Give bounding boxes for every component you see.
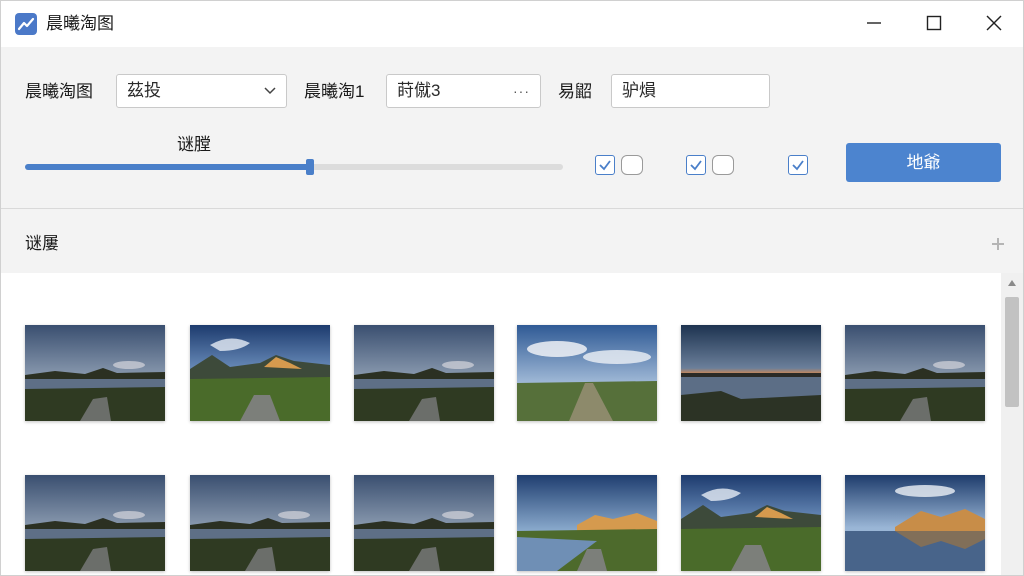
chart-line-icon <box>15 13 37 35</box>
checkbox-3[interactable] <box>788 155 808 175</box>
scrollbar[interactable] <box>1001 273 1023 575</box>
checkbox-2[interactable] <box>686 155 706 175</box>
check-icon <box>690 160 702 171</box>
field2-more-icon[interactable]: ··· <box>513 75 530 107</box>
image-thumbnail[interactable] <box>25 325 165 421</box>
field3-label: 易鼦 <box>558 82 592 101</box>
field1-label: 晨曦淘图 <box>25 82 93 101</box>
check-icon <box>599 160 611 171</box>
app-window: 晨曦淘图 晨曦淘图 茲投 晨曦淘1 莳僦3 ··· 易鼦 驴熉 谜膛 地爺 谜屢 <box>0 0 1024 576</box>
field3-input[interactable]: 驴熉 <box>611 74 770 108</box>
image-thumbnail[interactable] <box>517 325 657 421</box>
field2-value: 莳僦3 <box>397 81 441 100</box>
scroll-thumb[interactable] <box>1005 297 1019 407</box>
title-bar: 晨曦淘图 <box>1 1 1023 47</box>
field2-input[interactable]: 莳僦3 ··· <box>386 74 541 108</box>
image-thumbnail[interactable] <box>517 475 657 571</box>
close-icon <box>986 15 1002 31</box>
minimize-button[interactable] <box>844 1 904 47</box>
checkbox-1[interactable] <box>595 155 615 175</box>
toggle-1[interactable] <box>621 155 643 175</box>
filter-toolbar: 晨曦淘图 茲投 晨曦淘1 莳僦3 ··· 易鼦 驴熉 谜膛 地爺 <box>1 47 1023 209</box>
slider-thumb[interactable] <box>306 159 314 175</box>
plus-icon[interactable] <box>991 237 1005 251</box>
image-thumbnail[interactable] <box>25 475 165 571</box>
scroll-up-icon[interactable] <box>1007 279 1017 287</box>
check-icon <box>792 160 804 171</box>
field1-select[interactable]: 茲投 <box>116 74 287 108</box>
gallery-title: 谜屢 <box>25 234 59 253</box>
field2-label: 晨曦淘1 <box>304 82 365 101</box>
image-thumbnail[interactable] <box>845 475 985 571</box>
close-button[interactable] <box>964 1 1023 47</box>
chevron-down-icon <box>264 87 276 95</box>
field3-value: 驴熉 <box>622 81 656 100</box>
window-title: 晨曦淘图 <box>46 14 114 33</box>
image-thumbnail[interactable] <box>681 325 821 421</box>
slider-fill <box>25 164 310 170</box>
image-gallery <box>1 273 1001 575</box>
maximize-icon <box>926 15 942 31</box>
image-thumbnail[interactable] <box>681 475 821 571</box>
maximize-button[interactable] <box>904 1 964 47</box>
image-thumbnail[interactable] <box>190 325 330 421</box>
image-thumbnail[interactable] <box>190 475 330 571</box>
field1-value: 茲投 <box>127 81 161 100</box>
minimize-icon <box>867 22 881 24</box>
image-thumbnail[interactable] <box>845 325 985 421</box>
image-thumbnail[interactable] <box>354 325 494 421</box>
primary-action-button[interactable]: 地爺 <box>846 143 1001 182</box>
toggle-2[interactable] <box>712 155 734 175</box>
slider[interactable] <box>25 159 563 175</box>
image-thumbnail[interactable] <box>354 475 494 571</box>
slider-label: 谜膛 <box>177 135 211 154</box>
